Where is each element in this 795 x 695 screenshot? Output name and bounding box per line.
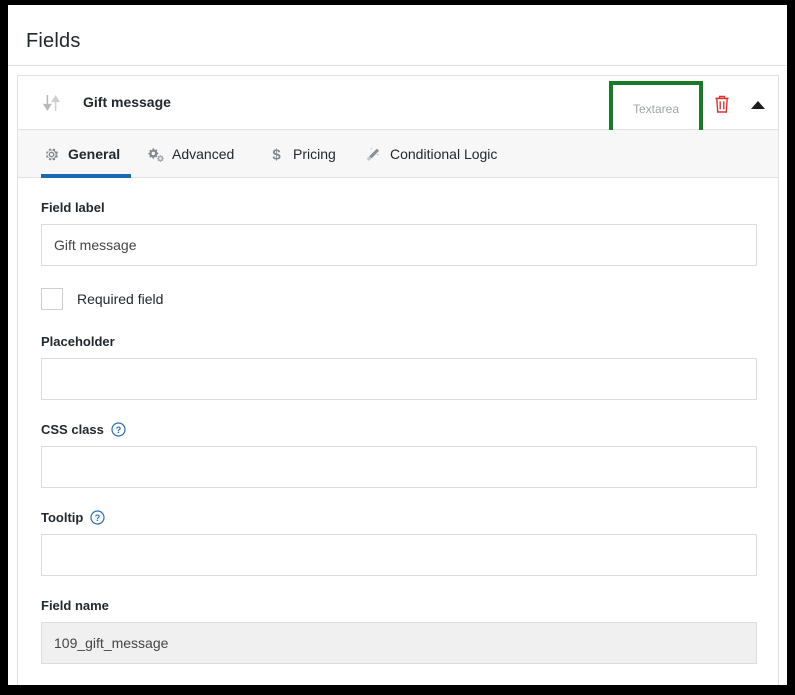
- screenshot-frame: Fields Gift message Textarea General Adv…: [0, 0, 795, 695]
- required-field-label[interactable]: Required field: [77, 291, 163, 307]
- field-type-highlight-box: [609, 81, 703, 137]
- tooltip-caption-text: Tooltip: [41, 510, 84, 525]
- field-name-caption: Field name: [41, 598, 755, 613]
- required-field-checkbox[interactable]: [41, 288, 63, 310]
- tooltip-group: Tooltip ?: [41, 510, 757, 576]
- tab-general-label: General: [68, 146, 121, 162]
- field-settings-tabs: General Advanced $ Pricing Conditional L…: [18, 130, 778, 178]
- tab-pricing-label: Pricing: [293, 146, 336, 162]
- css-class-input[interactable]: [41, 446, 757, 488]
- question-circle-icon[interactable]: ?: [111, 422, 126, 437]
- gears-icon: [147, 146, 164, 163]
- tooltip-input[interactable]: [41, 534, 757, 576]
- css-class-group: CSS class ?: [41, 422, 757, 488]
- sort-updown-icon[interactable]: [41, 92, 63, 114]
- dollar-icon: $: [268, 146, 285, 163]
- required-field-row[interactable]: Required field: [41, 288, 755, 310]
- field-header-title: Gift message: [83, 94, 171, 110]
- css-class-caption-text: CSS class: [41, 422, 104, 437]
- tooltip-caption: Tooltip ?: [41, 510, 755, 525]
- placeholder-group: Placeholder: [41, 334, 757, 400]
- tab-conditional-logic-label: Conditional Logic: [390, 146, 498, 162]
- tab-conditional-logic[interactable]: Conditional Logic: [363, 130, 525, 178]
- page-header: Fields: [8, 5, 787, 66]
- fields-page: Fields Gift message Textarea General Adv…: [8, 5, 787, 685]
- tab-general[interactable]: General: [41, 130, 131, 178]
- field-card: Gift message Textarea General Advanced $…: [17, 75, 779, 685]
- field-label-group: Field label: [41, 200, 757, 266]
- field-label-caption-text: Field label: [41, 200, 105, 215]
- css-class-caption: CSS class ?: [41, 422, 755, 437]
- field-label-caption: Field label: [41, 200, 755, 215]
- field-general-settings-form: Field label Required field Placeholder: [18, 178, 778, 685]
- tab-advanced-label: Advanced: [172, 146, 235, 162]
- gear-icon: [43, 146, 60, 163]
- tab-advanced[interactable]: Advanced: [145, 130, 249, 178]
- question-circle-icon[interactable]: ?: [90, 510, 105, 525]
- placeholder-input[interactable]: [41, 358, 757, 400]
- caret-up-icon[interactable]: [748, 98, 768, 112]
- magic-wand-icon: [365, 146, 382, 163]
- field-label-input[interactable]: [41, 224, 757, 266]
- placeholder-caption-text: Placeholder: [41, 334, 115, 349]
- tab-pricing[interactable]: $ Pricing: [266, 130, 346, 178]
- svg-text:?: ?: [116, 425, 122, 435]
- placeholder-caption: Placeholder: [41, 334, 755, 349]
- field-name-input[interactable]: [41, 622, 757, 664]
- field-header-row: Gift message Textarea: [18, 76, 778, 137]
- page-title: Fields: [26, 30, 81, 52]
- svg-text:?: ?: [95, 513, 101, 523]
- svg-text:$: $: [272, 146, 281, 163]
- trash-icon[interactable]: [712, 93, 732, 115]
- field-name-caption-text: Field name: [41, 598, 109, 613]
- field-name-group: Field name: [41, 598, 757, 664]
